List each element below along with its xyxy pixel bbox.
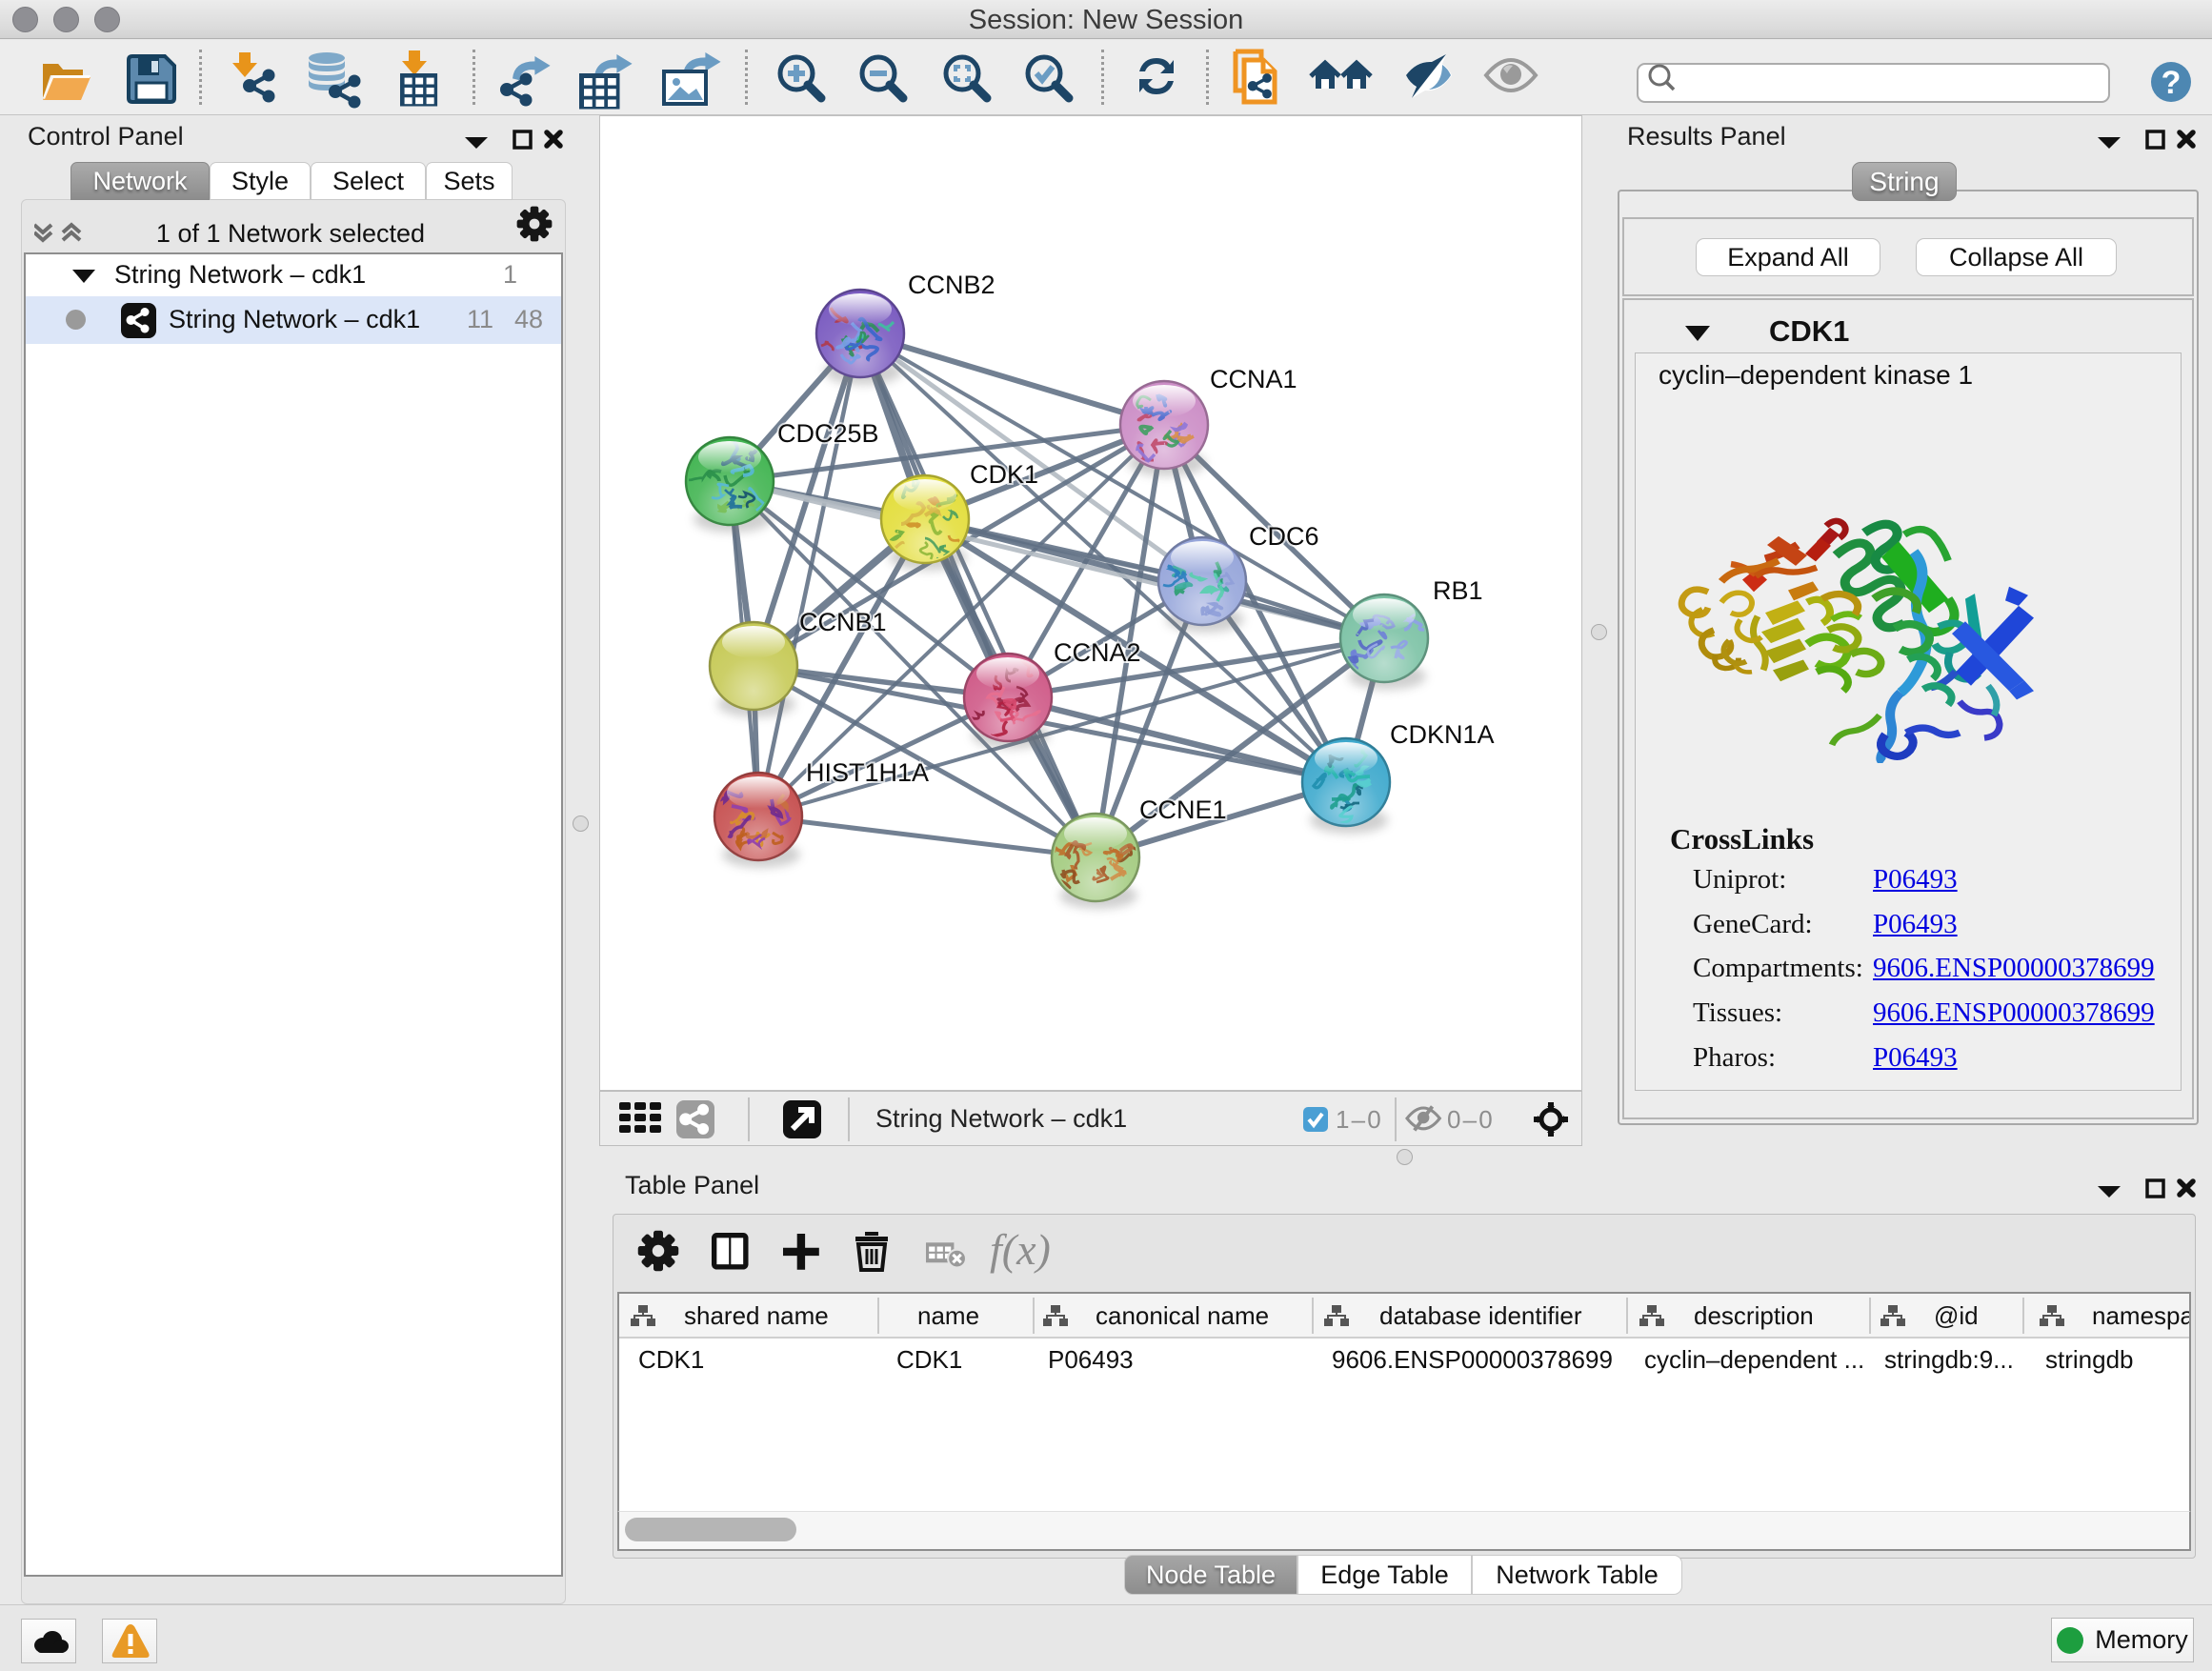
- svg-text:P06493: P06493: [1048, 1345, 1134, 1374]
- svg-text:CCNA2: CCNA2: [1054, 638, 1141, 667]
- svg-text:description: description: [1694, 1301, 1814, 1330]
- svg-text:CCNA1: CCNA1: [1210, 365, 1297, 393]
- svg-text:RB1: RB1: [1433, 576, 1483, 605]
- svg-text:stringdb: stringdb: [2045, 1345, 2134, 1374]
- svg-text:CDK1: CDK1: [896, 1345, 962, 1374]
- svg-text:?: ?: [2162, 65, 2182, 101]
- svg-text:CCNB2: CCNB2: [908, 271, 995, 299]
- svg-text:CDK1: CDK1: [638, 1345, 704, 1374]
- svg-text:f(x): f(x): [990, 1225, 1051, 1274]
- svg-text:0 – 0: 0 – 0: [1447, 1105, 1493, 1134]
- svg-text:@id: @id: [1934, 1301, 1979, 1330]
- svg-text:shared name: shared name: [684, 1301, 829, 1330]
- svg-text:9606.ENSP00000378699: 9606.ENSP00000378699: [1332, 1345, 1613, 1374]
- svg-text:CDKN1A: CDKN1A: [1390, 720, 1495, 749]
- svg-text:canonical name: canonical name: [1096, 1301, 1269, 1330]
- svg-text:HIST1H1A: HIST1H1A: [806, 758, 929, 787]
- svg-text:namespac: namespac: [2092, 1301, 2189, 1330]
- svg-text:CDK1: CDK1: [970, 460, 1038, 489]
- svg-text:CCNE1: CCNE1: [1139, 795, 1227, 824]
- svg-text:stringdb:9...: stringdb:9...: [1884, 1345, 2014, 1374]
- svg-text:CCNB1: CCNB1: [799, 608, 887, 636]
- svg-text:CDC25B: CDC25B: [777, 419, 879, 448]
- svg-text:name: name: [917, 1301, 979, 1330]
- svg-text:database identifier: database identifier: [1379, 1301, 1582, 1330]
- svg-text:cyclin–dependent ...: cyclin–dependent ...: [1644, 1345, 1864, 1374]
- svg-text:CDC6: CDC6: [1249, 522, 1319, 551]
- svg-text:1 – 0: 1 – 0: [1336, 1105, 1381, 1134]
